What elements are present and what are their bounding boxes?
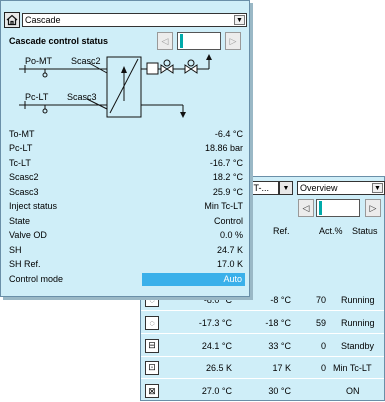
ref-header: Ref.: [273, 226, 290, 236]
row-label: Scasc3: [9, 187, 39, 197]
heat-exchanger-icon: ⊠: [145, 384, 159, 398]
view-select[interactable]: Overview ▼: [297, 181, 385, 195]
row-value: 17.0 K: [216, 259, 243, 269]
row-label: Pc-LT: [9, 143, 33, 153]
cascade-select[interactable]: Cascade ▼: [22, 13, 247, 27]
row-ref: 30 °C: [268, 386, 291, 396]
page-cursor: [180, 34, 183, 48]
overview-row[interactable]: ⊡ 26.5 K 17 K 0 Min Tc-LT: [141, 357, 384, 379]
prev-page-button[interactable]: ◁: [157, 32, 173, 50]
page-indicator: [316, 199, 360, 217]
page-cursor: [319, 201, 322, 215]
row-status: Running: [341, 317, 375, 328]
row-status: ON: [346, 386, 360, 396]
overview-row[interactable]: ◌ -17.3 °C -18 °C 59 Running: [141, 312, 384, 334]
compressor-icon: ◌: [145, 315, 159, 330]
next-page-button[interactable]: ▷: [225, 32, 241, 50]
row-value: 27.0 °C: [201, 386, 232, 396]
row-label: Control mode: [9, 274, 64, 284]
status-row: To-MT -6.4 °C: [1, 127, 249, 141]
row-value: 24.7 K: [216, 245, 243, 255]
status-row: Pc-LT 18.86 bar: [1, 141, 249, 155]
status-row: SH 24.7 K: [1, 243, 249, 257]
row-label: To-MT: [9, 129, 35, 139]
row-value: -6.4 °C: [214, 129, 243, 139]
cascade-panel: Cascade ▼ Cascade control status ◁ ▷ Po-…: [0, 0, 250, 297]
row-value: 24.1 °C: [201, 340, 232, 351]
chevron-down-icon: ▼: [372, 183, 383, 193]
status-row: Inject status Min Tc-LT: [1, 199, 249, 213]
row-status: Running: [341, 294, 375, 305]
row-value: Min Tc-LT: [204, 201, 243, 211]
status-row: Tc-LT -16.7 °C: [1, 156, 249, 170]
row-value: 26.5 K: [205, 362, 232, 373]
group-select-arrow[interactable]: ▼: [279, 181, 293, 195]
row-ref: 17 K: [272, 362, 291, 373]
page-title: Cascade control status: [9, 36, 109, 46]
chevron-down-icon: ▼: [234, 15, 245, 25]
status-header: Status: [352, 226, 378, 236]
row-act: 0: [320, 340, 326, 351]
po-mt-label: Po-MT: [25, 56, 52, 66]
row-label: Valve OD: [9, 230, 47, 240]
scasc2-label: Scasc2: [71, 56, 101, 66]
home-button[interactable]: [4, 12, 20, 28]
row-act: 59: [315, 317, 326, 328]
row-status: Standby: [341, 340, 375, 351]
next-page-button[interactable]: ▷: [365, 199, 381, 217]
act-header: Act.%: [319, 226, 343, 236]
row-value: 25.9 °C: [212, 187, 243, 197]
row-act: 0: [320, 362, 326, 373]
row-label: SH: [9, 245, 22, 255]
row-status: Min Tc-LT: [333, 362, 372, 373]
status-row: Valve OD 0.0 %: [1, 228, 249, 242]
row-label: Scasc2: [9, 172, 39, 182]
row-label: State: [9, 216, 31, 226]
row-value: Control: [213, 216, 243, 226]
row-ref: -18 °C: [265, 317, 291, 328]
row-value: 18.86 bar: [204, 143, 243, 153]
prev-page-button[interactable]: ◁: [298, 199, 314, 217]
row-value: 18.2 °C: [212, 172, 243, 182]
control-mode-row[interactable]: Control mode Auto: [1, 272, 249, 286]
row-label: Tc-LT: [9, 158, 31, 168]
row-ref: 33 °C: [268, 340, 291, 351]
scasc3-label: Scasc3: [67, 92, 97, 102]
view-select-value: Overview: [300, 183, 338, 193]
row-value: -16.7 °C: [209, 158, 243, 168]
condenser-icon: ⊡: [145, 360, 159, 375]
cascade-select-value: Cascade: [25, 15, 61, 25]
row-label: Inject status: [9, 201, 58, 211]
row-act: 70: [315, 294, 326, 305]
row-value: -17.3 °C: [198, 317, 232, 328]
overview-row[interactable]: ⊠ 27.0 °C 30 °C ON: [141, 380, 384, 402]
home-icon: [6, 14, 18, 26]
status-row: SH Ref. 17.0 K: [1, 257, 249, 271]
control-mode-value[interactable]: Auto: [142, 272, 245, 286]
row-label: SH Ref.: [9, 259, 41, 269]
status-row: Scasc3 25.9 °C: [1, 185, 249, 199]
row-value: 0.0 %: [219, 230, 243, 240]
overview-row[interactable]: ⊟ 24.1 °C 33 °C 0 Standby: [141, 335, 384, 357]
status-row: Scasc2 18.2 °C: [1, 170, 249, 184]
status-row: State Control: [1, 214, 249, 228]
cabinet-icon: ⊟: [145, 338, 159, 353]
page-indicator: [177, 32, 221, 50]
row-ref: -8 °C: [270, 294, 291, 305]
pc-lt-label: Pc-LT: [25, 92, 49, 102]
